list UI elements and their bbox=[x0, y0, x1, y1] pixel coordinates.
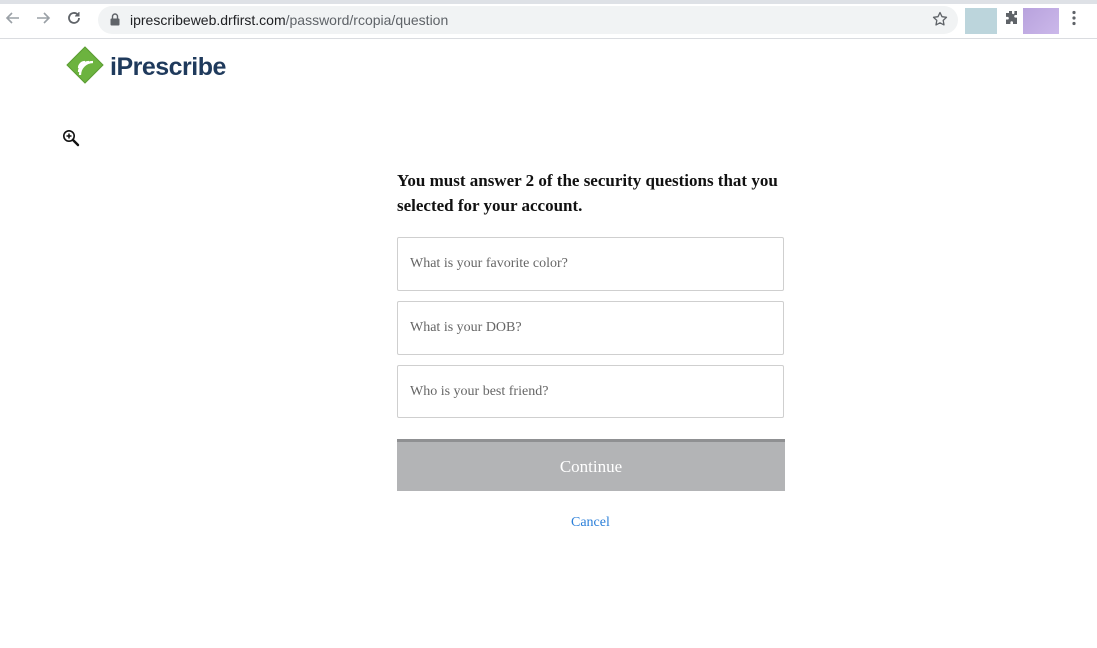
extension-button-a[interactable] bbox=[965, 8, 997, 34]
diamond-logo-icon bbox=[66, 45, 104, 89]
browser-toolbar: iprescribeweb.drfirst.com/password/rcopi… bbox=[0, 0, 1097, 39]
security-question-2-input[interactable] bbox=[397, 301, 784, 355]
reload-button[interactable] bbox=[63, 9, 85, 31]
profile-avatar[interactable] bbox=[1023, 8, 1059, 34]
security-question-1-input[interactable] bbox=[397, 237, 784, 291]
lock-icon bbox=[110, 13, 120, 31]
back-arrow-icon bbox=[5, 10, 21, 31]
continue-button[interactable]: Continue bbox=[397, 439, 785, 491]
back-button[interactable] bbox=[2, 9, 24, 31]
url-text: iprescribeweb.drfirst.com/password/rcopi… bbox=[130, 12, 448, 28]
tab-strip bbox=[0, 0, 1097, 4]
extensions-button[interactable] bbox=[1001, 10, 1021, 30]
zoom-in-icon bbox=[62, 129, 80, 147]
star-icon[interactable] bbox=[932, 11, 948, 32]
kebab-menu-icon bbox=[1072, 10, 1076, 31]
url-domain: iprescribeweb.drfirst.com bbox=[130, 12, 286, 28]
form-heading: You must answer 2 of the security questi… bbox=[397, 171, 778, 215]
reload-icon bbox=[66, 10, 82, 31]
brand-logo[interactable]: iPrescribe bbox=[66, 45, 226, 89]
forward-button[interactable] bbox=[32, 9, 54, 31]
cancel-link[interactable]: Cancel bbox=[571, 515, 610, 531]
forward-arrow-icon bbox=[35, 10, 51, 31]
url-path: /password/rcopia/question bbox=[285, 12, 449, 28]
puzzle-icon bbox=[1004, 10, 1019, 30]
brand-name: iPrescribe bbox=[110, 52, 226, 81]
browser-menu-button[interactable] bbox=[1066, 9, 1082, 31]
security-question-3-input[interactable] bbox=[397, 365, 784, 418]
address-bar[interactable]: iprescribeweb.drfirst.com/password/rcopi… bbox=[98, 6, 958, 34]
